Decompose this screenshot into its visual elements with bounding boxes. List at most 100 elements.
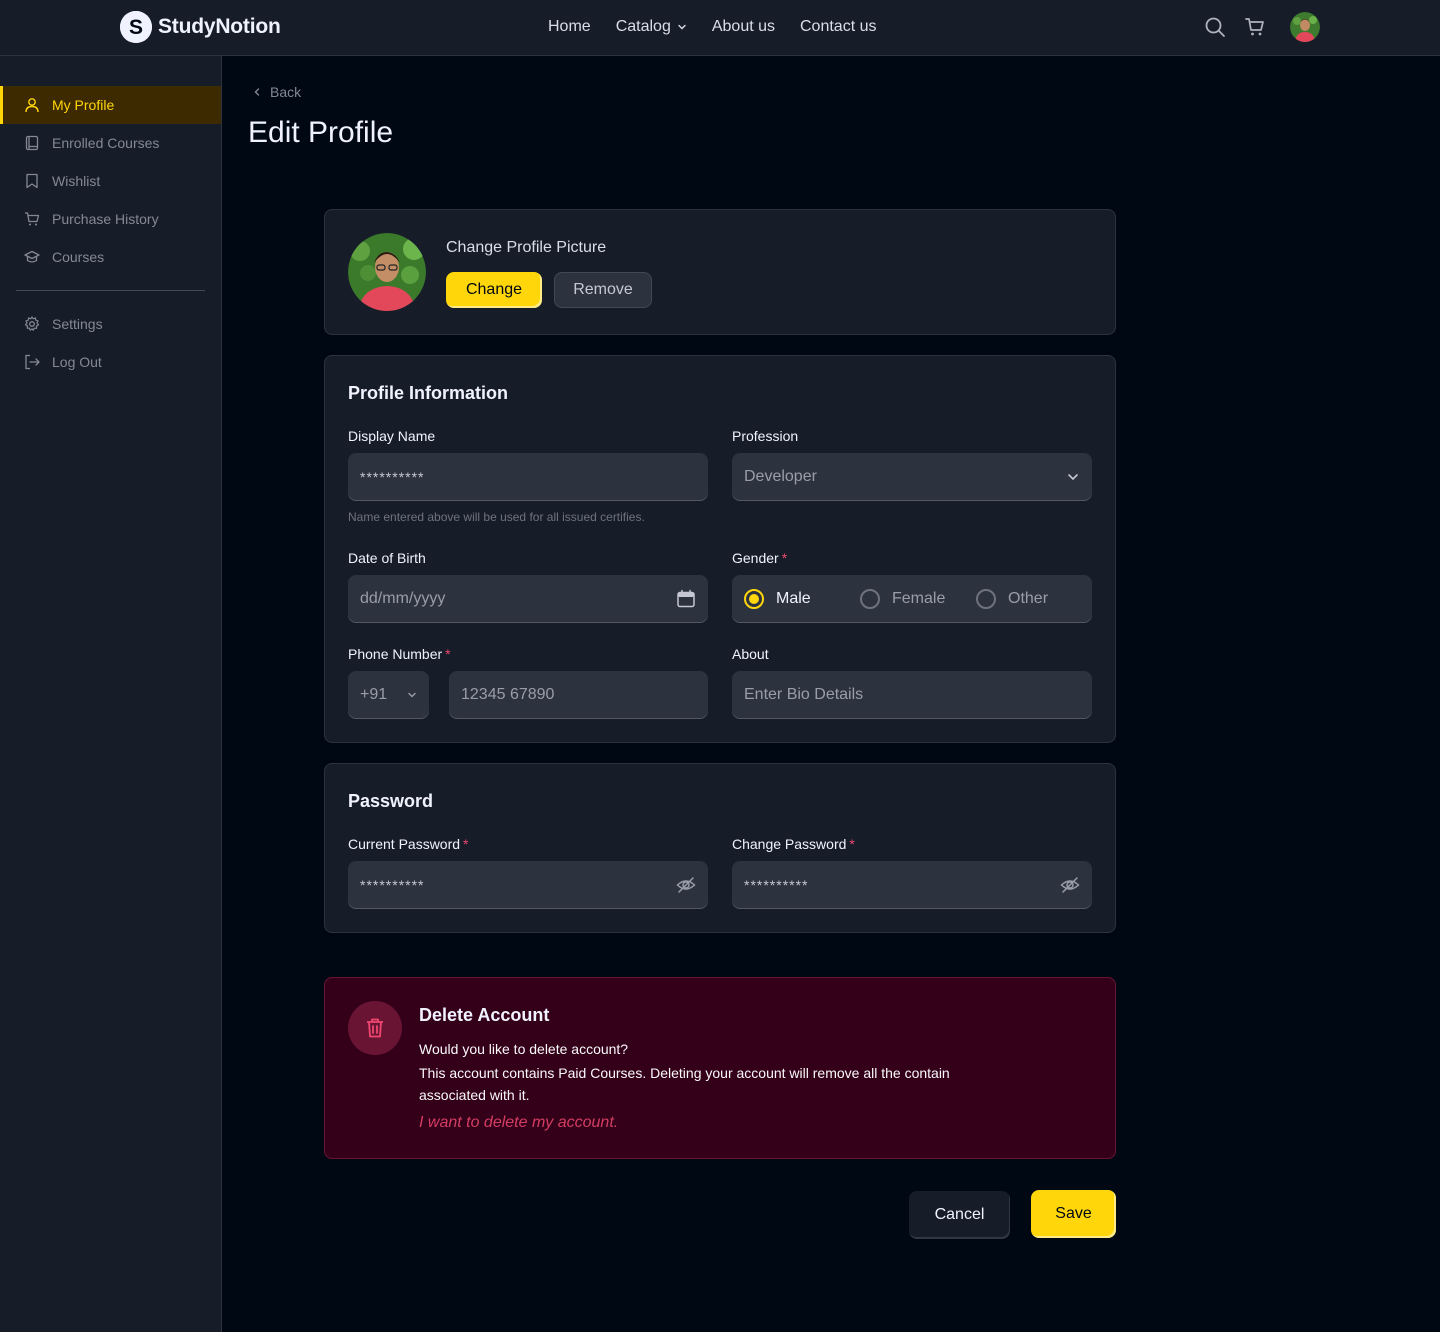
sidebar-item-label: Wishlist [52,173,101,189]
change-picture-button[interactable]: Change [446,272,542,308]
phone-label: Phone Number * [348,646,451,662]
password-title: Password [348,791,434,811]
remove-picture-button[interactable]: Remove [554,272,652,308]
dob-input[interactable]: dd/mm/yyyy [348,575,708,623]
required-marker: * [463,836,469,852]
save-button[interactable]: Save [1031,1190,1116,1238]
change-password-label-text: Change Password [732,836,847,852]
main-nav: Home Catalog About us Contact us [548,18,876,36]
page-title: Edit Profile [248,116,394,149]
display-name-label: Display Name [348,428,436,444]
display-name-value: ********** [360,469,425,485]
gender-option-label: Female [892,590,946,607]
required-marker: * [445,646,451,662]
phone-label-text: Phone Number [348,646,443,662]
sidebar-item-logout[interactable]: Log Out [0,343,221,381]
top-navbar: S StudyNotion Home Catalog About us Cont… [0,0,1440,56]
current-password-input[interactable]: ********** [348,861,708,909]
sidebar-item-enrolled-courses[interactable]: Enrolled Courses [0,124,221,162]
sidebar-item-purchase-history[interactable]: Purchase History [0,200,221,238]
radio-selected-icon [744,589,764,609]
nav-about[interactable]: About us [712,18,775,36]
change-password-input[interactable]: ********** [732,861,1092,909]
sidebar-item-settings[interactable]: Settings [0,305,221,343]
sidebar-item-label: Enrolled Courses [52,135,160,151]
gender-option-male[interactable]: Male [744,589,860,609]
delete-account-description: Would you like to delete account? This a… [419,1038,959,1108]
trash-icon [348,1001,402,1055]
delete-account-question: Would you like to delete account? [419,1041,629,1057]
gender-radio-group: Male Female Other [732,575,1092,623]
profession-value: Developer [744,468,817,485]
nav-contact[interactable]: Contact us [800,18,876,36]
change-picture-title: Change Profile Picture [446,239,607,256]
radio-unselected-icon [860,589,880,609]
required-marker: * [781,550,788,566]
sidebar-item-label: Settings [52,316,103,332]
gender-option-female[interactable]: Female [860,589,976,609]
about-placeholder: Enter Bio Details [744,686,864,703]
eye-off-icon[interactable] [1060,875,1080,895]
logo-mark-icon: S [120,11,152,43]
chevron-down-icon [1068,474,1078,481]
back-link[interactable]: Back [252,84,301,100]
gender-label-text: Gender [732,550,779,566]
profile-information-title: Profile Information [348,383,509,403]
dob-placeholder: dd/mm/yyyy [360,590,446,607]
graduation-cap-icon [24,250,40,263]
nav-actions [1204,12,1320,42]
country-code-select[interactable]: +91 [348,671,429,719]
required-marker: * [849,836,855,852]
calendar-icon[interactable] [676,589,696,609]
delete-account-warning: This account contains Paid Courses. Dele… [419,1065,950,1103]
back-label: Back [270,84,302,100]
gender-label: Gender * [732,550,787,566]
phone-input[interactable]: 12345 67890 [449,671,708,719]
search-icon[interactable] [1204,16,1226,38]
cart-icon[interactable] [1244,16,1266,38]
current-password-label: Current Password * [348,836,469,852]
cart-icon [25,212,40,226]
chevron-left-icon [254,88,260,96]
country-code-value: +91 [360,686,388,703]
cancel-button[interactable]: Cancel [909,1191,1010,1239]
book-icon [25,135,39,151]
dob-label: Date of Birth [348,550,426,566]
delete-account-title: Delete Account [419,1005,550,1025]
sidebar-item-label: Courses [52,249,105,265]
sidebar-item-label: Purchase History [52,211,159,227]
display-name-hint: Name entered above will be used for all … [348,510,645,524]
gender-option-other[interactable]: Other [976,589,1048,609]
delete-account-link[interactable]: I want to delete my account. [419,1114,618,1132]
profile-information-card: Profile Information Display Name *******… [324,355,1116,743]
change-password-value: ********** [744,877,809,893]
sidebar-item-label: My Profile [52,97,115,113]
profile-picture-card: Change Profile Picture Change Remove [324,209,1116,335]
delete-account-card: Delete Account Would you like to delete … [324,977,1116,1159]
nav-home[interactable]: Home [548,18,591,36]
bookmark-icon [26,173,38,189]
about-label: About [732,646,769,662]
sidebar-item-label: Log Out [52,354,102,370]
brand-logo[interactable]: S StudyNotion [120,11,281,43]
current-password-label-text: Current Password [348,836,461,852]
sidebar-item-my-profile[interactable]: My Profile [0,86,221,124]
nav-catalog[interactable]: Catalog [616,18,687,36]
profession-select[interactable]: Developer [732,453,1092,501]
user-icon [25,98,39,113]
gear-icon [24,316,40,331]
sidebar-item-courses[interactable]: Courses [0,238,221,276]
chevron-down-icon [678,24,686,30]
gender-option-label: Male [776,590,811,607]
brand-name: StudyNotion [158,15,281,38]
profession-label: Profession [732,428,799,444]
current-password-value: ********** [360,877,425,893]
radio-unselected-icon [976,589,996,609]
user-avatar[interactable] [1290,12,1320,42]
sidebar-divider [16,290,205,291]
eye-off-icon[interactable] [676,875,696,895]
about-input[interactable]: Enter Bio Details [732,671,1092,719]
display-name-input[interactable]: ********** [348,453,708,501]
sidebar-item-wishlist[interactable]: Wishlist [0,162,221,200]
password-card: Password Current Password * ********** Ch… [324,763,1116,933]
